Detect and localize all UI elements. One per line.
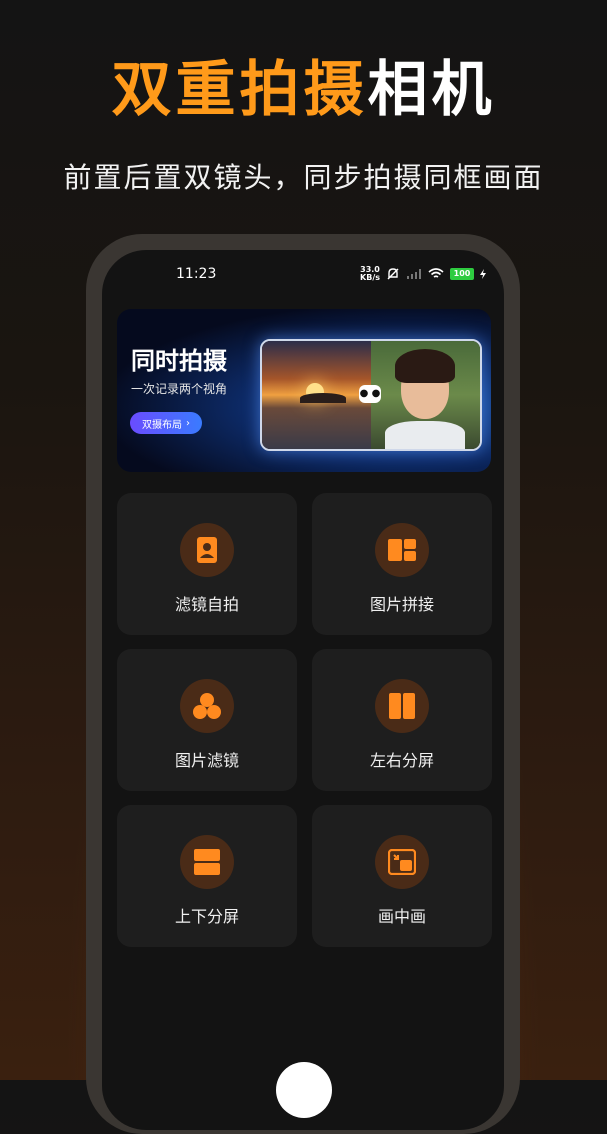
feature-tile-split-top-bottom[interactable]: 上下分屏: [117, 805, 297, 947]
feature-label: 左右分屏: [369, 751, 434, 770]
promo-subtitle: 前置后置双镜头，同步拍摄同框画面: [63, 161, 544, 194]
collage-grid-icon: [375, 523, 429, 577]
network-speed-unit: KB/s: [360, 273, 380, 282]
feature-tile-split-left-right[interactable]: 左右分屏: [312, 649, 492, 791]
feature-label: 画中画: [377, 907, 426, 926]
feature-label: 上下分屏: [174, 907, 239, 926]
portrait-shirt: [385, 421, 465, 449]
home-button[interactable]: [276, 1062, 332, 1118]
promo-title: 双重拍摄相机: [0, 58, 607, 122]
split-horizontal-icon: [180, 835, 234, 889]
portrait-photo: [371, 341, 480, 449]
feature-tile-image-filter[interactable]: 图片滤镜: [117, 649, 297, 791]
phone-screen: 11:23 33.0 KB/s 100 同时拍摄 一次记录两个视角 双摄布局 ›…: [102, 250, 504, 1130]
split-vertical-icon: [375, 679, 429, 733]
feature-tile-picture-in-picture[interactable]: 画中画: [312, 805, 492, 947]
battery-icon: 100: [450, 268, 474, 280]
status-bar: 11:23 33.0 KB/s 100: [102, 266, 504, 288]
promo-title-accent: 双重拍摄: [111, 55, 368, 125]
three-circles-icon: [180, 679, 234, 733]
portrait-hair: [395, 349, 455, 383]
camera-switch-icon: ● ●: [359, 385, 381, 403]
dual-layout-button-label: 双摄布局: [142, 419, 182, 431]
promo-title-rest: 相机: [367, 55, 496, 125]
network-speed: 33.0 KB/s: [360, 266, 380, 282]
banner-title: 同时拍摄: [131, 347, 227, 375]
feature-label: 图片拼接: [369, 595, 434, 614]
status-time: 11:23: [176, 266, 217, 282]
dual-layout-button[interactable]: 双摄布局 ›: [130, 412, 202, 434]
status-icons: 33.0 KB/s 100: [360, 266, 486, 282]
wifi-icon: [428, 268, 444, 278]
signal-icon: [407, 269, 421, 279]
sunset-photo: [262, 341, 371, 449]
feature-label: 滤镜自拍: [174, 595, 239, 614]
island-shape: [300, 393, 346, 403]
mute-icon: [387, 268, 399, 280]
feature-tile-filter-selfie[interactable]: 滤镜自拍: [117, 493, 297, 635]
banner-phone-illustration: ● ●: [260, 339, 482, 451]
feature-tile-image-collage[interactable]: 图片拼接: [312, 493, 492, 635]
picture-in-picture-icon: [375, 835, 429, 889]
feature-label: 图片滤镜: [174, 751, 239, 770]
banner-subtitle: 一次记录两个视角: [131, 382, 228, 396]
charging-icon: [480, 269, 486, 279]
dual-shot-banner[interactable]: 同时拍摄 一次记录两个视角 双摄布局 › ● ●: [117, 309, 491, 472]
portrait-camera-icon: [180, 523, 234, 577]
chevron-right-icon: ›: [186, 417, 190, 429]
